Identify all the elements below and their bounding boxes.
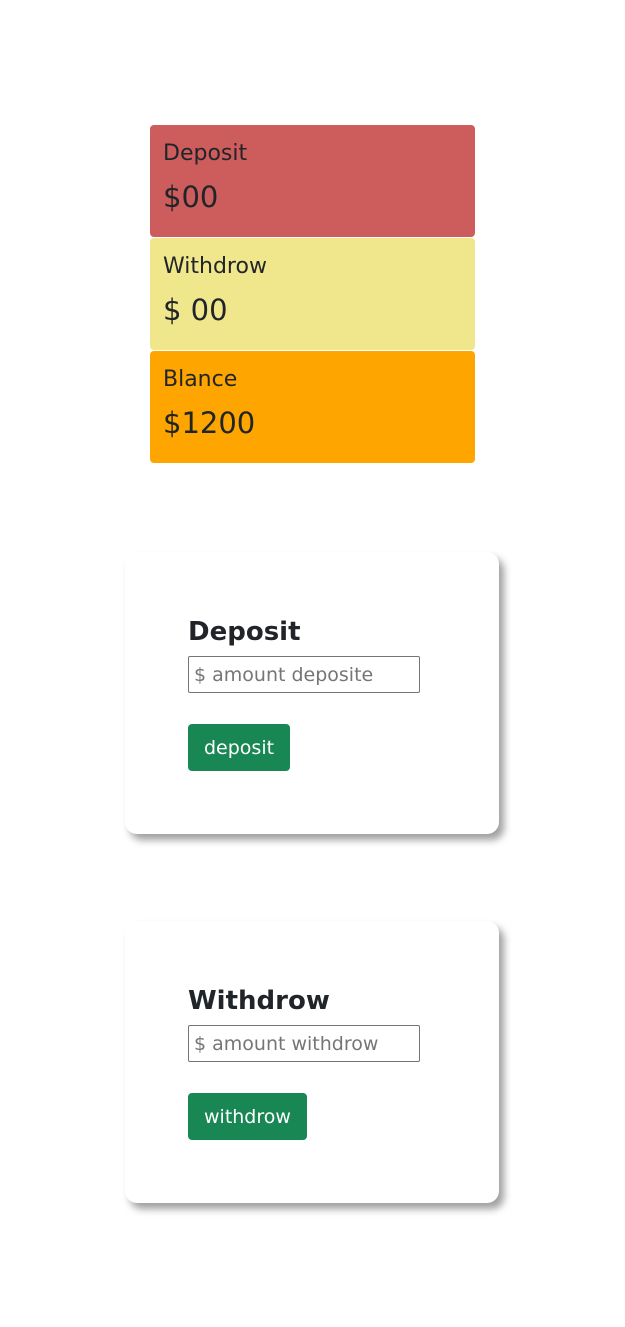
deposit-summary-amount: $00 bbox=[163, 180, 219, 214]
deposit-button[interactable]: deposit bbox=[188, 724, 291, 771]
withdraw-card-title: Withdrow bbox=[188, 986, 330, 1016]
withdraw-summary-box: Withdrow $ 00 bbox=[150, 238, 475, 350]
deposit-summary-box: Deposit $00 bbox=[150, 125, 475, 237]
balance-summary-label: Blance bbox=[163, 367, 238, 392]
deposit-card-title: Deposit bbox=[188, 617, 301, 647]
withdraw-summary-amount: $ 00 bbox=[163, 293, 228, 327]
balance-summary-box: Blance $1200 bbox=[150, 351, 475, 463]
deposit-card: Deposit deposit bbox=[125, 552, 499, 834]
deposit-amount-input[interactable] bbox=[188, 656, 420, 693]
withdraw-card: Withdrow withdrow bbox=[125, 921, 499, 1203]
balance-summary-amount: $1200 bbox=[163, 406, 256, 440]
withdraw-button[interactable]: withdrow bbox=[188, 1093, 307, 1140]
withdraw-summary-label: Withdrow bbox=[163, 254, 267, 279]
deposit-summary-label: Deposit bbox=[163, 141, 248, 166]
withdraw-amount-input[interactable] bbox=[188, 1025, 420, 1062]
